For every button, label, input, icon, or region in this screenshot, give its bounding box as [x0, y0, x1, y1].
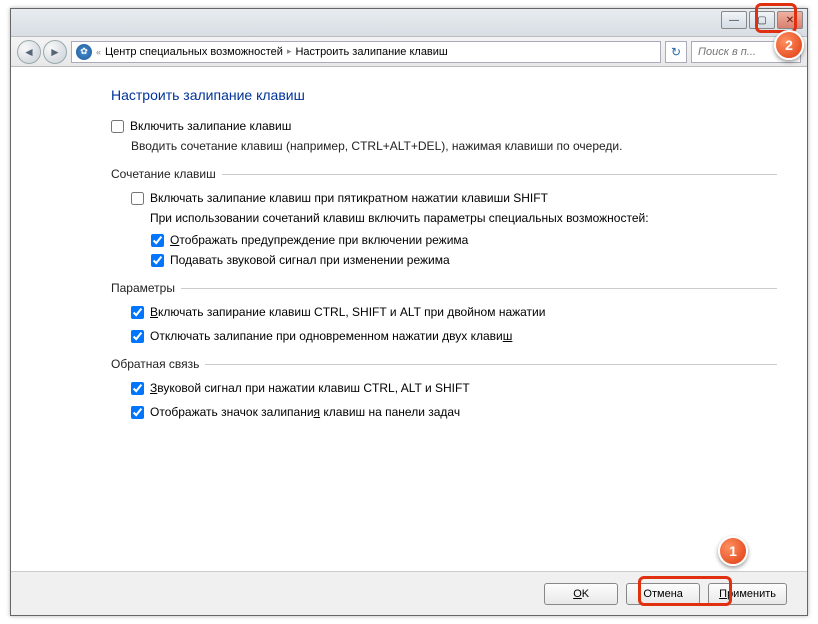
shortcut-use-desc: При использовании сочетаний клавиш включ…: [150, 211, 649, 225]
callout-1: 1: [718, 536, 748, 566]
enable-sticky-desc: Вводить сочетание клавиш (например, CTRL…: [131, 139, 777, 153]
breadcrumb-seg-2[interactable]: Настроить залипание клавиш: [295, 46, 447, 58]
group-params-title: Параметры: [111, 281, 777, 295]
maximize-button[interactable]: ▢: [749, 11, 775, 29]
refresh-button[interactable]: ↻: [665, 41, 687, 63]
lock-modifier-label: Включать запирание клавиш CTRL, SHIFT и …: [150, 305, 545, 319]
group-feedback-title: Обратная связь: [111, 357, 777, 371]
enable-5x-shift-label: Включать залипание клавиш при пятикратно…: [150, 191, 548, 205]
turnoff-two-keys-checkbox[interactable]: [131, 330, 144, 343]
ease-of-access-icon: ✿: [76, 44, 92, 60]
show-warning-label: Отображать предупреждение при включении …: [170, 233, 468, 247]
tray-icon-label: Отображать значок залипания клавиш на па…: [150, 405, 460, 419]
titlebar: — ▢ ✕: [11, 9, 807, 37]
show-warning-checkbox[interactable]: [151, 234, 164, 247]
cancel-button[interactable]: Отмена: [626, 583, 700, 605]
breadcrumb-seg-1[interactable]: Центр специальных возможностей: [105, 46, 283, 58]
group-params: Параметры Включать запирание клавиш CTRL…: [111, 281, 777, 343]
dialog-footer: OK Отмена Применить: [11, 571, 807, 615]
turnoff-two-keys-label: Отключать залипание при одновременном на…: [150, 329, 512, 343]
play-sound-label: Подавать звуковой сигнал при изменении р…: [170, 253, 450, 267]
beep-modifier-label: Звуковой сигнал при нажатии клавиш CTRL,…: [150, 381, 470, 395]
group-feedback: Обратная связь Звуковой сигнал при нажат…: [111, 357, 777, 419]
apply-button[interactable]: Применить: [708, 583, 787, 605]
play-sound-checkbox[interactable]: [151, 254, 164, 267]
callout-2: 2: [774, 30, 804, 60]
forward-button[interactable]: ►: [43, 40, 67, 64]
enable-sticky-checkbox[interactable]: [111, 120, 124, 133]
group-shortcut-title: Сочетание клавиш: [111, 167, 777, 181]
chevron-left-icon: «: [96, 47, 101, 57]
chevron-right-icon: ▸: [287, 46, 292, 57]
window-controls: — ▢ ✕: [721, 11, 803, 29]
enable-sticky-label: Включить залипание клавиш: [130, 119, 291, 133]
address-bar: ◄ ► ✿ « Центр специальных возможностей ▸…: [11, 37, 807, 67]
content-area: Настроить залипание клавиш Включить зали…: [11, 67, 807, 571]
back-button[interactable]: ◄: [17, 40, 41, 64]
group-shortcut: Сочетание клавиш Включать залипание клав…: [111, 167, 777, 267]
lock-modifier-checkbox[interactable]: [131, 306, 144, 319]
page-title: Настроить залипание клавиш: [111, 87, 777, 103]
enable-5x-shift-checkbox[interactable]: [131, 192, 144, 205]
minimize-button[interactable]: —: [721, 11, 747, 29]
ok-button[interactable]: OK: [544, 583, 618, 605]
window-frame: — ▢ ✕ ◄ ► ✿ « Центр специальных возможно…: [10, 8, 808, 616]
close-button[interactable]: ✕: [777, 11, 803, 29]
breadcrumb[interactable]: ✿ « Центр специальных возможностей ▸ Нас…: [71, 41, 661, 63]
tray-icon-checkbox[interactable]: [131, 406, 144, 419]
beep-modifier-checkbox[interactable]: [131, 382, 144, 395]
